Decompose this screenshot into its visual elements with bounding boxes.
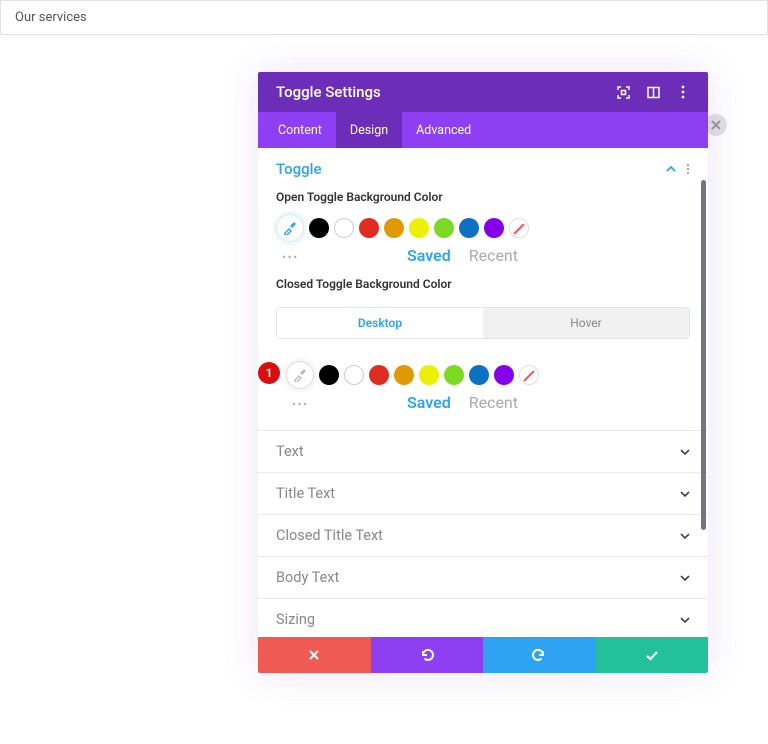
accordion-label: Body Text [276,569,339,586]
swatch-orange[interactable] [394,365,414,385]
tab-content[interactable]: Content [264,112,336,148]
chevron-down-icon [680,617,690,623]
swatch-red[interactable] [369,365,389,385]
swatch-orange[interactable] [384,218,404,238]
palette-tab-saved[interactable]: Saved [407,393,451,412]
chevron-down-icon [680,533,690,539]
accordion-title-text[interactable]: Title Text [258,472,708,514]
close-icon[interactable] [705,114,727,136]
panel-footer [258,637,708,673]
swatch-purple[interactable] [494,365,514,385]
step-marker-1: 1 [258,362,280,384]
accordion-label: Text [276,443,304,460]
swatch-purple[interactable] [484,218,504,238]
swatch-green[interactable] [444,365,464,385]
tabs: Content Design Advanced [258,112,708,148]
chevron-up-icon[interactable] [666,166,676,172]
panel-body: Toggle Open Toggle Background Color [258,148,708,637]
swatch-blue[interactable] [459,218,479,238]
eyedropper-icon[interactable] [286,361,314,389]
chevron-down-icon [680,491,690,497]
eyedropper-icon[interactable] [276,214,304,242]
accordion-body-text[interactable]: Body Text [258,556,708,598]
chevron-down-icon [680,575,690,581]
swatch-white[interactable] [344,365,364,385]
palette-tab-recent[interactable]: Recent [469,246,518,265]
palette-tab-saved[interactable]: Saved [407,246,451,265]
swatch-black[interactable] [319,365,339,385]
swatch-yellow[interactable] [409,218,429,238]
palette-tab-recent[interactable]: Recent [469,393,518,412]
more-icon[interactable] [676,85,690,99]
toggle-hover[interactable]: Hover [483,308,689,338]
redo-button[interactable] [483,637,596,673]
section-toggle-header[interactable]: Toggle [258,148,708,186]
accordion-label: Closed Title Text [276,527,383,544]
page-title: Our services [15,10,87,25]
accordion-label: Title Text [276,485,335,502]
page-topbar: Our services [0,0,768,35]
accordion-sizing[interactable]: Sizing [258,598,708,637]
swatch-red[interactable] [359,218,379,238]
tab-advanced[interactable]: Advanced [402,112,485,148]
open-bg-label: Open Toggle Background Color [258,186,708,214]
chevron-down-icon [680,449,690,455]
toggle-desktop[interactable]: Desktop [277,308,483,338]
more-dots-icon[interactable]: ••• [276,394,309,411]
tab-design[interactable]: Design [336,112,402,148]
settings-panel: Toggle Settings Content Design Advanced … [258,72,708,673]
confirm-button[interactable] [596,637,709,673]
accordion-text[interactable]: Text [258,430,708,472]
swatch-green[interactable] [434,218,454,238]
accordion-closed-title-text[interactable]: Closed Title Text [258,514,708,556]
swatch-blue[interactable] [469,365,489,385]
section-title: Toggle [276,160,322,178]
more-dots-icon[interactable]: ••• [276,247,299,264]
columns-icon[interactable] [646,85,660,99]
swatch-none[interactable] [519,365,539,385]
swatch-yellow[interactable] [419,365,439,385]
undo-button[interactable] [371,637,484,673]
open-bg-swatches [276,214,690,242]
accordion-label: Sizing [276,611,315,628]
expand-icon[interactable] [616,85,630,99]
swatch-none[interactable] [509,218,529,238]
swatch-black[interactable] [309,218,329,238]
closed-bg-label: Closed Toggle Background Color [258,273,708,301]
swatch-white[interactable] [334,218,354,238]
closed-bg-swatches [286,361,690,389]
panel-title: Toggle Settings [276,83,381,101]
desktop-hover-toggle: Desktop Hover [276,307,690,339]
panel-header: Toggle Settings [258,72,708,112]
cancel-button[interactable] [258,637,371,673]
section-more-icon[interactable] [686,163,690,175]
